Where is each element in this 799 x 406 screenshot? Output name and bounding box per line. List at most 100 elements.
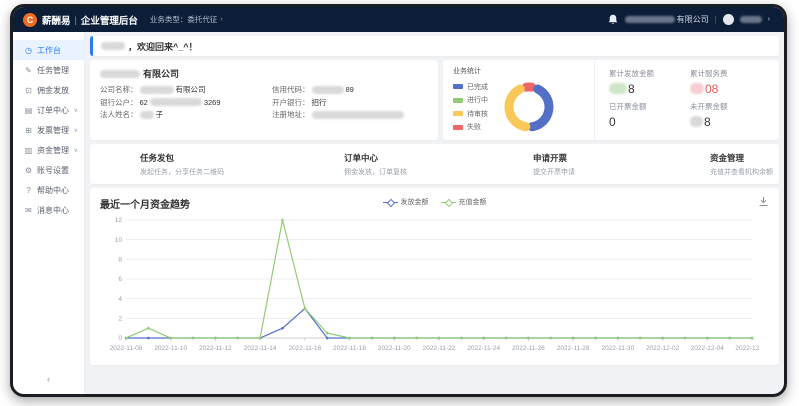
- data-point[interactable]: [617, 337, 620, 340]
- sidebar-item-label: 发票管理: [37, 125, 69, 136]
- data-point[interactable]: [214, 337, 217, 340]
- metric: 累计服务费08: [690, 68, 771, 101]
- data-point[interactable]: [281, 219, 284, 222]
- field-value: 招行: [312, 97, 327, 108]
- data-point[interactable]: [706, 337, 709, 340]
- data-point[interactable]: [393, 337, 396, 340]
- data-point[interactable]: [259, 337, 262, 340]
- sidebar-item-message[interactable]: ✉消息中心: [13, 200, 84, 220]
- sidebar-item-label: 任务管理: [37, 65, 69, 76]
- trend-legend-item[interactable]: 充值金额: [441, 197, 487, 207]
- data-point[interactable]: [661, 337, 664, 340]
- data-point[interactable]: [527, 337, 530, 340]
- data-point[interactable]: [147, 327, 150, 330]
- data-point[interactable]: [415, 337, 418, 340]
- quick-action-订单中心[interactable]: 订单中心佣金发放，订单复核: [224, 152, 413, 177]
- sidebar-item-label: 订单中心: [37, 105, 69, 116]
- data-point[interactable]: [438, 337, 441, 340]
- chevron-right-icon[interactable]: ›: [220, 16, 222, 23]
- main-content: ，欢迎回来^_^！ 有限公司 公司名称：有限公司银行公户：623269法人姓名：…: [85, 32, 784, 394]
- company-field-row: 公司名称：有限公司: [100, 85, 272, 94]
- data-point[interactable]: [281, 327, 284, 330]
- metric-value: 0: [609, 115, 690, 128]
- donut-segment-待审核[interactable]: [509, 89, 526, 127]
- data-point[interactable]: [237, 337, 240, 340]
- data-point[interactable]: [460, 337, 463, 340]
- download-icon[interactable]: [758, 196, 769, 207]
- status-legend-item[interactable]: 已完成: [453, 82, 488, 92]
- chevron-down-icon: ∨: [74, 107, 78, 114]
- data-point[interactable]: [304, 307, 307, 310]
- brand-logo-icon: C: [23, 13, 37, 27]
- company-field-row: 注册地址：: [272, 110, 404, 119]
- metric-number: 0: [609, 115, 616, 129]
- status-legend-item[interactable]: 失败: [453, 122, 488, 132]
- axis-tick-label: 2022-11-12: [199, 345, 232, 352]
- quick-action-申请开票[interactable]: 申请开票提交开票申请: [413, 152, 602, 177]
- data-point[interactable]: [482, 337, 485, 340]
- axis-tick-label: 2022-11-18: [333, 345, 366, 352]
- business-type-label[interactable]: 业务类型：委托代征: [150, 14, 218, 25]
- business-stats-title: 业务统计: [453, 66, 590, 76]
- status-donut-chart: [500, 78, 558, 136]
- field-label: 公司名称：: [100, 84, 138, 95]
- data-point[interactable]: [684, 337, 687, 340]
- sidebar-item-invoice[interactable]: ⊞ 发票管理 ∨: [13, 120, 84, 140]
- data-point[interactable]: [728, 337, 731, 340]
- metric-number: 8: [704, 115, 711, 129]
- legend-label: 充值金额: [459, 197, 487, 207]
- field-label: 银行公户：: [100, 97, 138, 108]
- commission-icon: ⊡: [24, 86, 33, 95]
- data-point[interactable]: [572, 337, 575, 340]
- sidebar-item-settings[interactable]: ⚙ 账号设置: [13, 160, 84, 180]
- legend-label: 待审核: [467, 109, 488, 119]
- sidebar-item-order[interactable]: ▤订单中心∨: [13, 100, 84, 120]
- data-point[interactable]: [594, 337, 597, 340]
- quick-action-资金管理[interactable]: 资金管理充值并查看机构余额: [602, 152, 779, 177]
- data-point[interactable]: [550, 337, 553, 340]
- data-point[interactable]: [505, 337, 508, 340]
- data-point[interactable]: [147, 337, 150, 340]
- masked-company-title: [100, 70, 140, 78]
- masked-value: [690, 116, 703, 127]
- sidebar-item-label: 账号设置: [37, 165, 69, 176]
- sidebar-item-label: 工作台: [37, 45, 61, 56]
- sidebar-item-commission[interactable]: ⊡佣金发放: [13, 80, 84, 100]
- data-point[interactable]: [192, 337, 195, 340]
- bell-icon[interactable]: [607, 14, 619, 25]
- status-legend-item[interactable]: 进行中: [453, 95, 488, 105]
- data-point[interactable]: [751, 337, 754, 340]
- data-point[interactable]: [639, 337, 642, 340]
- metric-value: 8: [690, 115, 771, 128]
- data-point[interactable]: [348, 337, 351, 340]
- masked-value: [609, 83, 627, 94]
- sidebar-collapse-button[interactable]: ‹: [13, 374, 84, 384]
- data-point[interactable]: [371, 337, 374, 340]
- data-point[interactable]: [326, 332, 329, 335]
- sidebar-item-task[interactable]: ✎任务管理: [13, 60, 84, 80]
- axis-tick-label: 2022-11-28: [557, 345, 590, 352]
- sidebar-item-workbench[interactable]: ◷工作台: [13, 40, 84, 60]
- settings-icon: ⚙: [24, 166, 33, 175]
- user-avatar[interactable]: [723, 14, 734, 25]
- company-field-row: 银行公户：623269: [100, 98, 272, 107]
- sidebar: ◷工作台✎任务管理⊡佣金发放▤订单中心∨⊞发票管理∨▥资金管理∨⚙账号设置?帮助…: [13, 32, 85, 394]
- company-field-row: 法人姓名：子: [100, 110, 272, 119]
- trend-legend-item[interactable]: 发放金额: [383, 197, 429, 207]
- invoice-icon: ⊞: [24, 126, 33, 135]
- sidebar-item-funds[interactable]: ▥资金管理∨: [13, 140, 84, 160]
- donut-segment-已完成[interactable]: [532, 89, 549, 127]
- user-menu-chevron-icon[interactable]: ›: [768, 16, 770, 23]
- masked-user-name: [740, 16, 762, 23]
- metric-value: 8: [609, 82, 690, 95]
- status-legend-item[interactable]: 待审核: [453, 109, 488, 119]
- sidebar-item-help[interactable]: ?帮助中心: [13, 180, 84, 200]
- trend-chart-legend: 发放金额 充值金额: [383, 197, 487, 207]
- masked-value: [140, 86, 174, 94]
- data-point[interactable]: [169, 337, 172, 340]
- axis-tick-label: 2022-11-16: [288, 345, 321, 352]
- quick-action-任务发包[interactable]: 任务发包发起任务，分享任务二维码: [90, 152, 224, 177]
- chevron-down-icon: ∨: [74, 127, 78, 134]
- data-point[interactable]: [326, 337, 329, 340]
- data-point[interactable]: [125, 337, 128, 340]
